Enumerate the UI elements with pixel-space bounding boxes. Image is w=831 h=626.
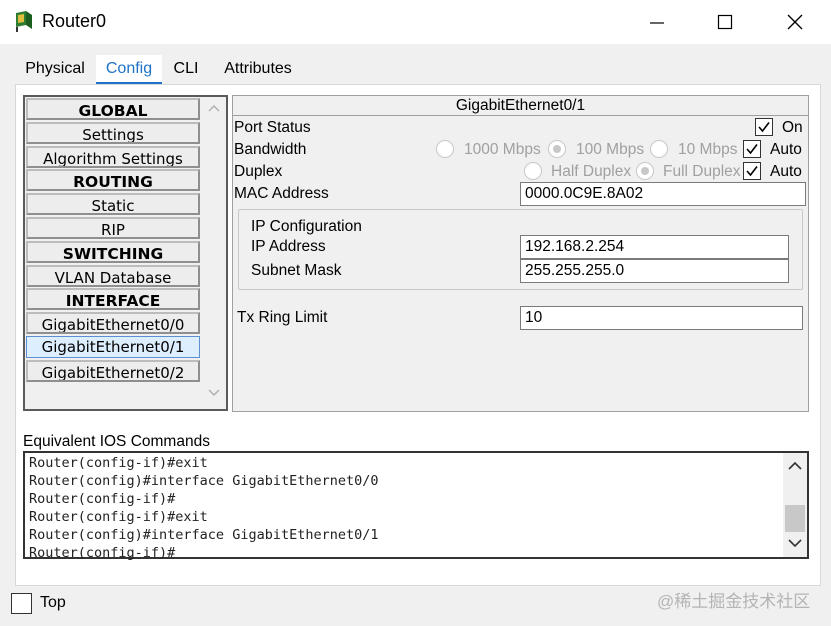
ios-line: Router(config-if)# <box>29 491 176 507</box>
nav-item-vlan-database[interactable]: VLAN Database <box>26 264 200 287</box>
mac-address-field[interactable]: 0000.0C9E.8A02 <box>520 182 806 206</box>
ip-address-label: IP Address <box>251 238 326 255</box>
nav-list: GLOBAL Settings Algorithm Settings ROUTI… <box>26 98 200 384</box>
title-bar: Router0 <box>0 0 831 44</box>
checkmark-icon <box>758 122 770 133</box>
port-status-label: Port Status <box>234 119 311 136</box>
duplex-auto-checkbox[interactable] <box>743 162 761 180</box>
duplex-label: Duplex <box>234 163 283 180</box>
nav-item-gigabitethernet0-2[interactable]: GigabitEthernet0/2 <box>26 359 200 382</box>
bandwidth-100-label: 100 Mbps <box>576 141 645 158</box>
bandwidth-auto-checkbox[interactable] <box>743 140 761 158</box>
ios-line: Router(config-if)#exit <box>29 455 208 471</box>
ios-line: Router(config)#interface GigabitEthernet… <box>29 473 379 489</box>
router-icon <box>16 11 32 32</box>
ios-line: Router(config-if)# <box>29 545 176 561</box>
watermark: @稀土掘金技术社区 <box>657 592 811 611</box>
interface-title: GigabitEthernet0/1 <box>233 96 808 116</box>
tx-ring-limit-field[interactable]: 10 <box>520 306 803 330</box>
nav-header-interface: INTERFACE <box>26 288 200 311</box>
checkmark-icon <box>746 144 758 155</box>
ios-line: Router(config)#interface GigabitEthernet… <box>29 527 379 543</box>
port-status-checkbox[interactable] <box>755 118 773 136</box>
ip-address-field[interactable]: 192.168.2.254 <box>520 235 789 259</box>
tab-cli[interactable]: CLI <box>168 55 204 85</box>
chevron-down-icon[interactable] <box>208 389 220 397</box>
chevron-up-icon[interactable] <box>208 104 220 112</box>
ios-line: Router(config-if)#exit <box>29 509 208 525</box>
ip-configuration-heading: IP Configuration <box>251 218 362 235</box>
bandwidth-auto-label: Auto <box>770 141 802 158</box>
nav-header-global: GLOBAL <box>26 98 200 120</box>
close-icon <box>787 14 803 30</box>
close-button[interactable] <box>772 4 818 40</box>
ios-command-lines: Router(config-if)#exit Router(config)#in… <box>29 454 379 562</box>
subnet-mask-label: Subnet Mask <box>251 262 342 279</box>
bandwidth-1000-radio[interactable] <box>436 140 454 158</box>
ios-scrollbar[interactable] <box>783 453 807 557</box>
subnet-mask-field[interactable]: 255.255.255.0 <box>520 259 789 283</box>
maximize-icon <box>717 14 733 30</box>
tab-attributes[interactable]: Attributes <box>216 55 300 85</box>
nav-item-gigabitethernet0-1[interactable]: GigabitEthernet0/1 <box>26 335 200 358</box>
duplex-half-label: Half Duplex <box>551 163 632 180</box>
duplex-auto-label: Auto <box>770 163 802 180</box>
nav-item-algorithm-settings[interactable]: Algorithm Settings <box>26 145 200 168</box>
ios-commands-label: Equivalent IOS Commands <box>23 433 210 450</box>
chevron-down-icon[interactable] <box>788 539 802 548</box>
nav-scrollbar[interactable] <box>203 97 225 409</box>
duplex-full-label: Full Duplex <box>663 163 741 180</box>
top-checkbox[interactable] <box>11 593 32 614</box>
bandwidth-100-radio[interactable] <box>548 140 566 158</box>
checkmark-icon <box>746 166 758 177</box>
ios-commands-box[interactable]: Router(config-if)#exit Router(config)#in… <box>23 451 809 562</box>
bandwidth-10-label: 10 Mbps <box>678 141 738 158</box>
tab-physical[interactable]: Physical <box>20 55 90 85</box>
minimize-icon <box>650 22 664 24</box>
mac-address-label: MAC Address <box>234 185 329 202</box>
maximize-button[interactable] <box>702 4 748 40</box>
window-title: Router0 <box>42 11 107 31</box>
nav-header-routing: ROUTING <box>26 169 200 192</box>
bandwidth-1000-label: 1000 Mbps <box>464 141 541 158</box>
top-label: Top <box>40 594 66 611</box>
nav-item-rip[interactable]: RIP <box>26 216 200 239</box>
nav-header-switching: SWITCHING <box>26 240 200 263</box>
duplex-half-radio[interactable] <box>524 162 542 180</box>
ios-scrollbar-thumb[interactable] <box>785 505 805 532</box>
chevron-up-icon[interactable] <box>788 461 802 470</box>
bandwidth-10-radio[interactable] <box>650 140 668 158</box>
duplex-full-radio[interactable] <box>636 162 654 180</box>
config-nav: GLOBAL Settings Algorithm Settings ROUTI… <box>23 95 228 411</box>
port-status-on-label: On <box>782 119 803 136</box>
tab-config[interactable]: Config <box>96 55 162 85</box>
tx-ring-limit-label: Tx Ring Limit <box>237 309 328 326</box>
nav-item-gigabitethernet0-0[interactable]: GigabitEthernet0/0 <box>26 312 200 335</box>
bandwidth-label: Bandwidth <box>234 141 307 158</box>
nav-item-settings[interactable]: Settings <box>26 121 200 144</box>
nav-item-static[interactable]: Static <box>26 193 200 216</box>
minimize-button[interactable] <box>634 4 680 40</box>
